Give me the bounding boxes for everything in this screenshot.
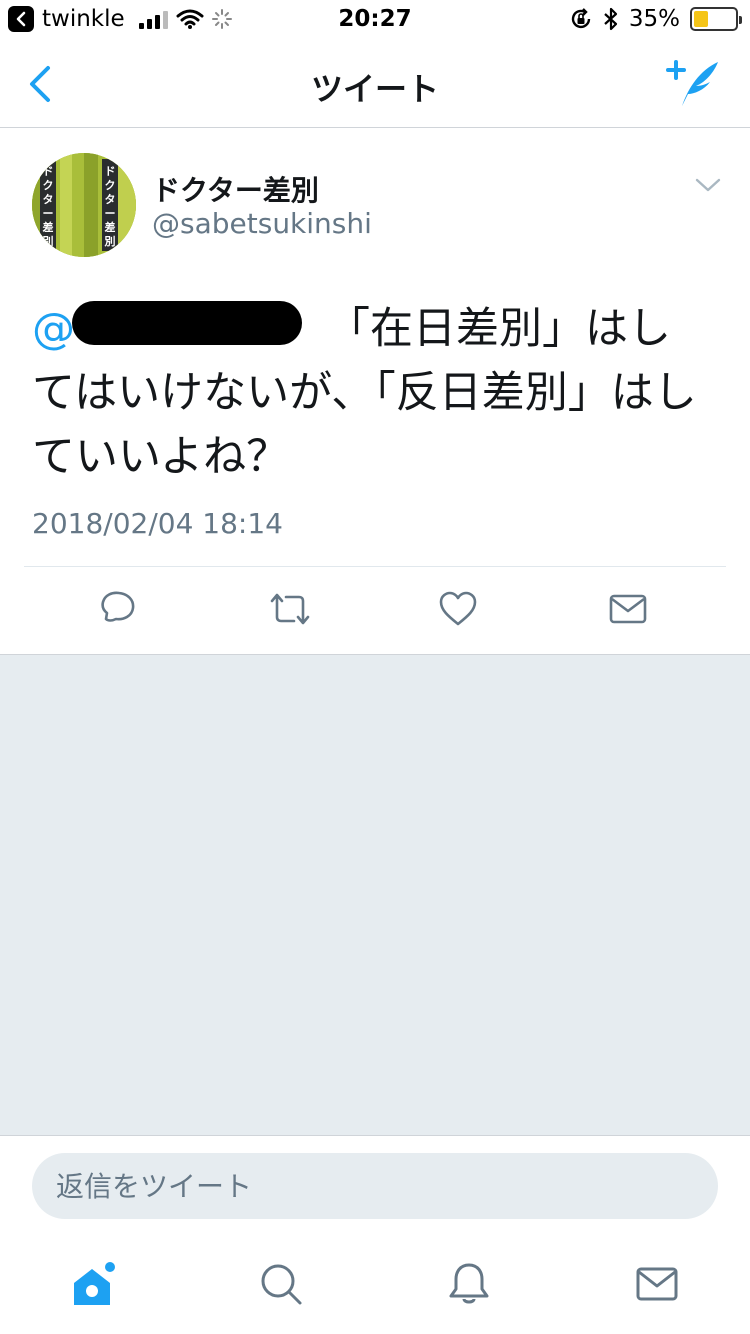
nav-bar: ツイート <box>0 40 750 128</box>
divider <box>24 566 726 567</box>
rotation-lock-icon <box>571 8 591 29</box>
redaction-mark <box>72 301 302 345</box>
avatar-image: ド ク タ ー 差 別 ド ク タ ー 差 別 <box>32 153 136 257</box>
tweet-text: @ 「在日差別」はしてはいけないが、「反日差別」はしていいよね？ <box>32 297 712 489</box>
notifications-icon[interactable] <box>446 1261 492 1307</box>
battery-percent: 35% <box>628 6 680 32</box>
svg-text:ク: ク <box>43 179 54 192</box>
avatar[interactable]: ド ク タ ー 差 別 ド ク タ ー 差 別 <box>32 153 136 257</box>
status-bar: twinkle 20:27 35% <box>0 0 750 40</box>
svg-text:ク: ク <box>105 179 116 192</box>
reply-icon[interactable] <box>98 589 138 629</box>
user-handle[interactable]: @sabetsukinshi <box>152 207 372 240</box>
reply-bar <box>0 1137 750 1235</box>
tweet-detail: ド ク タ ー 差 別 ド ク タ ー 差 別 ドクター差別 @sabetsuk… <box>0 129 750 654</box>
like-icon[interactable] <box>438 589 478 629</box>
svg-text:差: 差 <box>105 220 116 234</box>
tab-bar <box>0 1235 750 1334</box>
search-icon[interactable] <box>258 1261 304 1307</box>
battery-fill <box>694 11 708 27</box>
svg-text:別: 別 <box>104 234 116 248</box>
svg-text:別: 別 <box>42 234 54 248</box>
dm-icon[interactable] <box>608 589 648 629</box>
status-right: 35% <box>569 6 742 32</box>
battery-icon <box>690 7 742 31</box>
svg-text:タ: タ <box>105 193 116 206</box>
mention-link[interactable]: @ <box>32 297 327 361</box>
tweet-actions <box>0 569 750 653</box>
bluetooth-icon <box>604 7 617 31</box>
retweet-icon[interactable] <box>268 589 312 629</box>
svg-text:タ: タ <box>43 193 54 206</box>
compose-tweet-icon[interactable] <box>666 58 722 110</box>
display-name[interactable]: ドクター差別 <box>152 169 319 209</box>
mention-text[interactable]: @ <box>32 304 75 354</box>
svg-text:差: 差 <box>43 220 54 234</box>
tweet-timestamp: 2018/02/04 18:14 <box>32 507 283 540</box>
reply-input[interactable] <box>32 1153 718 1219</box>
svg-text:ド: ド <box>105 165 116 178</box>
svg-text:ド: ド <box>43 165 54 178</box>
page-title: ツイート <box>310 70 439 108</box>
chevron-down-icon[interactable] <box>694 175 722 195</box>
messages-icon[interactable] <box>634 1261 680 1307</box>
svg-text:ー: ー <box>43 207 54 220</box>
svg-text:ー: ー <box>105 207 116 220</box>
empty-replies-area <box>0 654 750 1136</box>
home-icon[interactable] <box>70 1261 116 1307</box>
